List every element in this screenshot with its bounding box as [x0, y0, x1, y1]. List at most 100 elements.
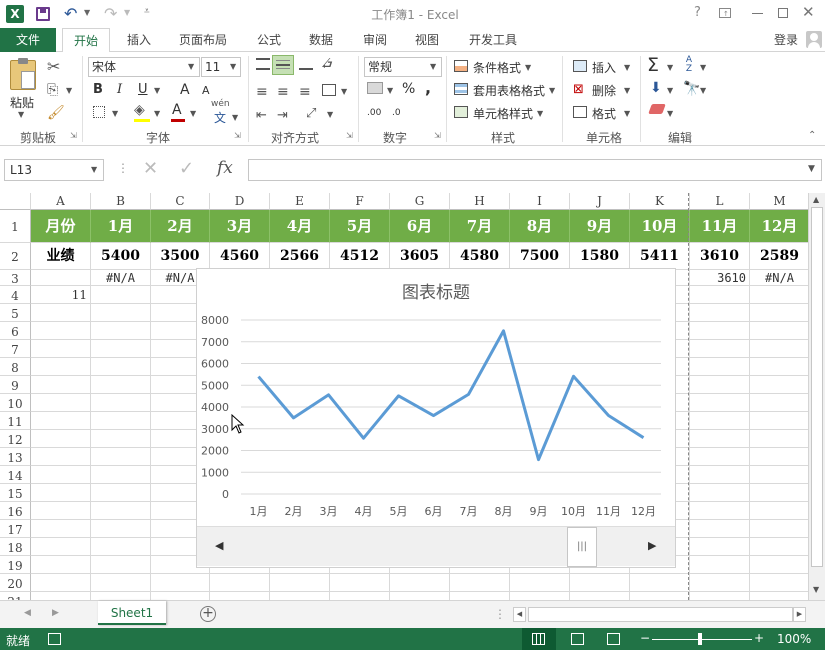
number-launcher-icon[interactable]: ⇲ — [434, 131, 441, 140]
confirm-entry-icon[interactable]: ✓ — [179, 158, 194, 179]
cell-L2[interactable]: 3610 — [690, 243, 750, 270]
cell-B15[interactable] — [91, 484, 151, 502]
cell-D21[interactable] — [210, 592, 270, 600]
align-left-icon[interactable]: ≡ — [256, 84, 268, 100]
align-middle-icon[interactable] — [272, 55, 294, 75]
cell-M8[interactable] — [750, 358, 808, 376]
cell-L12[interactable] — [690, 430, 750, 448]
paste-dropdown-icon[interactable]: ▼ — [18, 110, 24, 119]
row-header-20[interactable]: 20 — [0, 574, 31, 592]
number-format-dropdown-icon[interactable]: ▼ — [430, 62, 436, 71]
cell-A18[interactable] — [31, 538, 91, 556]
cell-L9[interactable] — [690, 376, 750, 394]
cell-M20[interactable] — [750, 574, 808, 592]
font-name-dropdown-icon[interactable]: ▼ — [188, 62, 194, 71]
cell-A15[interactable] — [31, 484, 91, 502]
format-as-table-button[interactable]: 套用表格格式 — [473, 82, 545, 99]
cell-A16[interactable] — [31, 502, 91, 520]
conditional-format-dropdown-icon[interactable]: ▼ — [525, 63, 531, 72]
alignment-launcher-icon[interactable]: ⇲ — [346, 131, 353, 140]
currency-icon[interactable] — [367, 82, 383, 94]
cell-B18[interactable] — [91, 538, 151, 556]
cell-A7[interactable] — [31, 340, 91, 358]
normal-view-icon[interactable] — [522, 628, 556, 650]
chart-scroll-left-icon[interactable]: ◀ — [215, 539, 223, 552]
row-header-9[interactable]: 9 — [0, 376, 31, 394]
customize-qat-icon[interactable]: ⩡ — [144, 6, 150, 17]
cell-I2[interactable]: 7500 — [510, 243, 570, 270]
cell-M5[interactable] — [750, 304, 808, 322]
cell-L14[interactable] — [690, 466, 750, 484]
fill-dropdown-icon-2[interactable]: ▼ — [667, 86, 673, 95]
cell-L7[interactable] — [690, 340, 750, 358]
row-header-18[interactable]: 18 — [0, 538, 31, 556]
cell-I20[interactable] — [510, 574, 570, 592]
row-header-1[interactable]: 1 — [0, 210, 31, 243]
cell-H1[interactable]: 7月 — [450, 210, 510, 243]
cell-G2[interactable]: 3605 — [390, 243, 450, 270]
cell-A19[interactable] — [31, 556, 91, 574]
align-center-icon[interactable]: ≡ — [277, 84, 289, 100]
cell-G1[interactable]: 6月 — [390, 210, 450, 243]
cell-B3[interactable]: #N/A — [91, 270, 151, 286]
cell-L8[interactable] — [690, 358, 750, 376]
cell-L3[interactable]: 3610 — [690, 270, 750, 286]
cell-B9[interactable] — [91, 376, 151, 394]
horizontal-scrollbar[interactable] — [528, 607, 793, 622]
undo-dropdown-icon[interactable]: ▼ — [84, 8, 90, 17]
cell-A13[interactable] — [31, 448, 91, 466]
clipboard-launcher-icon[interactable]: ⇲ — [70, 131, 77, 140]
cell-K2[interactable]: 5411 — [630, 243, 690, 270]
cell-M21[interactable] — [750, 592, 808, 600]
cell-K1[interactable]: 10月 — [630, 210, 690, 243]
cell-J20[interactable] — [570, 574, 630, 592]
zoom-slider-thumb[interactable] — [698, 633, 702, 645]
phonetic-button[interactable]: 文 — [214, 109, 226, 126]
cell-B21[interactable] — [91, 592, 151, 600]
tab-review[interactable]: 审阅 — [352, 28, 398, 52]
font-color-button[interactable]: A — [172, 102, 182, 118]
cell-M14[interactable] — [750, 466, 808, 484]
ribbon-display-icon[interactable]: ↑ — [719, 8, 731, 18]
cell-L19[interactable] — [690, 556, 750, 574]
cell-L4[interactable] — [690, 286, 750, 304]
tab-formulas[interactable]: 公式 — [246, 28, 292, 52]
tab-file[interactable]: 文件 — [0, 28, 56, 52]
cell-E2[interactable]: 2566 — [270, 243, 330, 270]
column-header-E[interactable]: E — [270, 193, 330, 210]
row-header-3[interactable]: 3 — [0, 270, 31, 286]
cell-L13[interactable] — [690, 448, 750, 466]
cell-A8[interactable] — [31, 358, 91, 376]
new-sheet-button[interactable]: + — [200, 606, 216, 622]
cell-B13[interactable] — [91, 448, 151, 466]
cell-F2[interactable]: 4512 — [330, 243, 390, 270]
cell-B10[interactable] — [91, 394, 151, 412]
cell-I1[interactable]: 8月 — [510, 210, 570, 243]
cell-A2[interactable]: 业绩 — [31, 243, 91, 270]
cell-M10[interactable] — [750, 394, 808, 412]
cell-L16[interactable] — [690, 502, 750, 520]
redo-icon[interactable]: ↷ — [104, 4, 117, 23]
find-select-dropdown-icon[interactable]: ▼ — [700, 86, 706, 95]
cell-B4[interactable] — [91, 286, 151, 304]
clear-dropdown-icon[interactable]: ▼ — [667, 109, 673, 118]
cell-E21[interactable] — [270, 592, 330, 600]
cell-B19[interactable] — [91, 556, 151, 574]
align-right-icon[interactable]: ≡ — [299, 84, 311, 100]
increase-decimal-button[interactable]: .00 — [367, 108, 381, 118]
cell-A17[interactable] — [31, 520, 91, 538]
cell-A20[interactable] — [31, 574, 91, 592]
sheet-next-icon[interactable]: ▶ — [52, 608, 59, 618]
currency-dropdown-icon[interactable]: ▼ — [387, 86, 393, 95]
sheet-prev-icon[interactable]: ◀ — [24, 608, 31, 618]
font-launcher-icon[interactable]: ⇲ — [234, 131, 241, 140]
cell-E1[interactable]: 4月 — [270, 210, 330, 243]
format-as-table-dropdown-icon[interactable]: ▼ — [549, 86, 555, 95]
cell-D20[interactable] — [210, 574, 270, 592]
align-top-icon[interactable] — [256, 58, 270, 70]
cell-J21[interactable] — [570, 592, 630, 600]
font-name-select[interactable]: 宋体 — [88, 57, 200, 77]
cell-M7[interactable] — [750, 340, 808, 358]
cell-A4[interactable]: 11 — [31, 286, 91, 304]
insert-cells-icon[interactable] — [573, 60, 587, 72]
